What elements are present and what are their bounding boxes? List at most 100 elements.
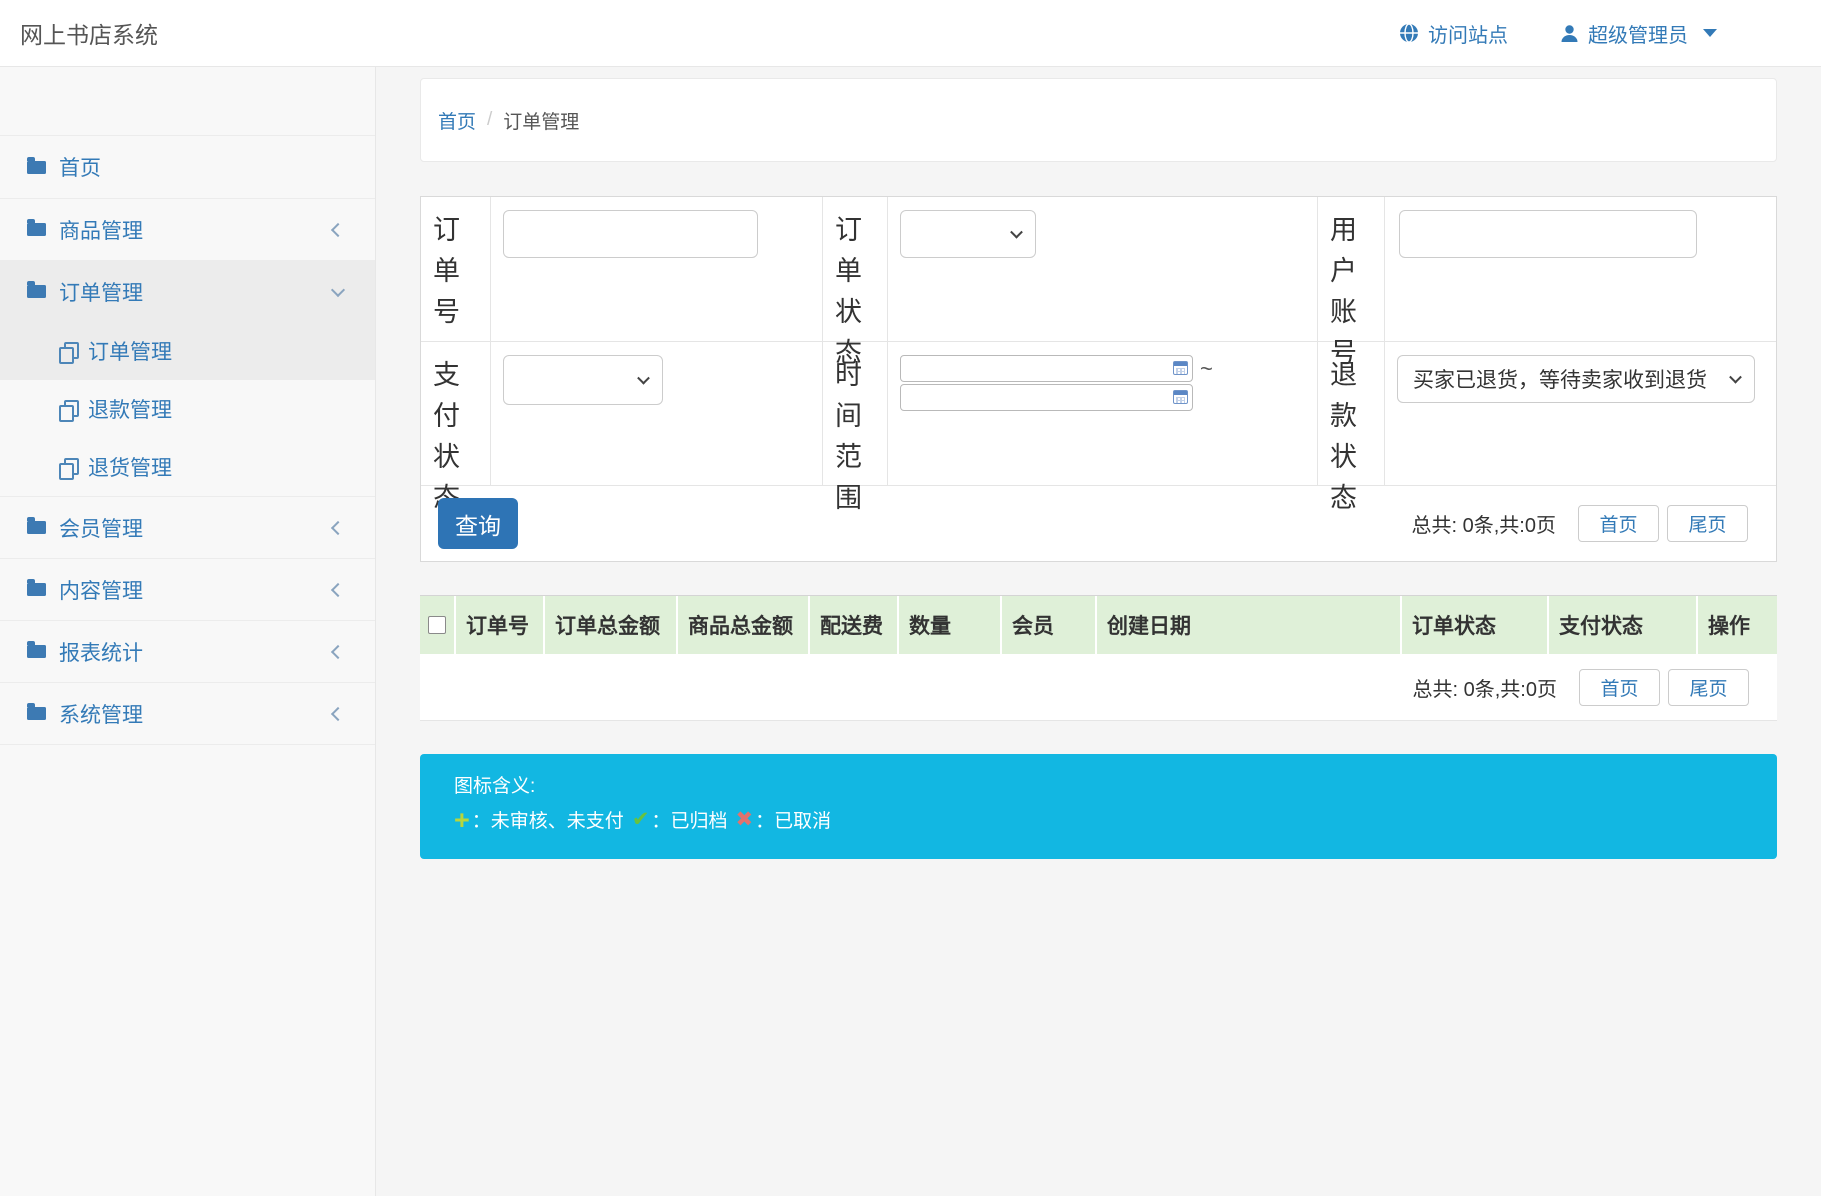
main-content: 首页 / 订单管理 订单号 订单状态 xyxy=(376,67,1821,1196)
search-button[interactable]: 查询 xyxy=(438,498,518,549)
column-header-actions: 操作 xyxy=(1698,596,1777,654)
sidebar-item-home[interactable]: 首页 xyxy=(0,136,375,198)
pagination-bottom: 总共: 0条,共:0页 首页 尾页 xyxy=(1413,669,1749,706)
refund-status-value: 买家已退货，等待卖家收到退货 xyxy=(1398,364,1741,394)
folder-icon xyxy=(27,707,46,720)
app-title: 网上书店系统 xyxy=(20,16,158,50)
time-range-label: 时间范围 xyxy=(835,355,865,519)
sidebar-subitem-return-management[interactable]: 退货管理 xyxy=(0,438,375,496)
visit-site-link[interactable]: 访问站点 xyxy=(1399,19,1508,48)
order-status-select[interactable] xyxy=(900,210,1036,258)
legend-panel: 图标含义: +：未审核、未支付 ✔：已归档 ✖：已取消 xyxy=(420,754,1777,859)
chevron-down-icon xyxy=(637,372,650,385)
orders-table-header: 订单号 订单总金额 商品总金额 配送费 数量 会员 创建日期 订单状态 支付状态… xyxy=(420,595,1777,654)
user-menu[interactable]: 超级管理员 xyxy=(1560,19,1717,48)
user-account-label-cell: 用户账号 xyxy=(1318,197,1385,342)
chevron-left-icon xyxy=(331,520,345,534)
column-header-quantity: 数量 xyxy=(899,596,1002,654)
date-from-input[interactable] xyxy=(900,355,1193,382)
legend-item-archived: ✔：已归档 xyxy=(632,806,728,833)
legend-item-label: 已归档 xyxy=(670,806,727,833)
first-page-button[interactable]: 首页 xyxy=(1579,669,1660,706)
sidebar-item-label: 报表统计 xyxy=(59,637,143,667)
legend-item-cancelled: ✖：已取消 xyxy=(735,806,831,833)
breadcrumb: 首页 / 订单管理 xyxy=(420,78,1777,162)
chevron-down-icon xyxy=(1010,226,1023,239)
cross-icon: ✖ xyxy=(735,807,753,832)
copy-icon xyxy=(59,458,76,477)
sidebar-subitem-order-management[interactable]: 订单管理 xyxy=(0,322,375,380)
refund-status-select[interactable]: 买家已退货，等待卖家收到退货 xyxy=(1397,355,1755,403)
chevron-left-icon xyxy=(331,582,345,596)
refund-status-label-cell: 退款状态 xyxy=(1318,342,1385,485)
column-header-created-date: 创建日期 xyxy=(1097,596,1402,654)
breadcrumb-separator: / xyxy=(487,109,492,131)
legend-item-label: 已取消 xyxy=(774,806,831,833)
order-no-input[interactable] xyxy=(503,210,758,258)
column-header-member: 会员 xyxy=(1002,596,1097,654)
sidebar-item-products[interactable]: 商品管理 xyxy=(0,198,375,260)
column-header-order-status: 订单状态 xyxy=(1402,596,1549,654)
legend-separator: ： xyxy=(472,806,491,833)
first-page-button[interactable]: 首页 xyxy=(1578,505,1659,542)
folder-icon xyxy=(27,645,46,658)
sidebar-item-label: 退款管理 xyxy=(88,394,172,424)
check-icon: ✔ xyxy=(632,807,650,832)
globe-icon xyxy=(1399,23,1419,43)
folder-icon xyxy=(27,223,46,236)
copy-icon xyxy=(59,400,76,419)
sidebar-item-label: 订单管理 xyxy=(59,277,143,307)
select-all-checkbox[interactable] xyxy=(428,616,446,634)
caret-down-icon xyxy=(1703,29,1717,37)
column-header-shipping-fee: 配送费 xyxy=(810,596,899,654)
pay-status-select[interactable] xyxy=(503,355,663,405)
refund-status-label: 退款状态 xyxy=(1330,355,1360,519)
folder-icon xyxy=(27,583,46,596)
time-range-label-cell: 时间范围 xyxy=(823,342,888,485)
pagination-top: 总共: 0条,共:0页 首页 尾页 xyxy=(1412,505,1748,542)
sidebar-item-system[interactable]: 系统管理 xyxy=(0,682,375,744)
pay-status-label: 支付状态 xyxy=(433,355,463,519)
top-bar: 网上书店系统 访问站点 超级管理员 xyxy=(0,0,1821,67)
orders-table: 订单号 订单总金额 商品总金额 配送费 数量 会员 创建日期 订单状态 支付状态… xyxy=(420,595,1777,721)
chevron-left-icon xyxy=(331,222,345,236)
breadcrumb-home-link[interactable]: 首页 xyxy=(438,107,476,134)
sidebar-item-members[interactable]: 会员管理 xyxy=(0,496,375,558)
sidebar-item-label: 首页 xyxy=(59,152,101,182)
sidebar-item-orders[interactable]: 订单管理 xyxy=(0,260,375,322)
last-page-button[interactable]: 尾页 xyxy=(1667,505,1748,542)
calendar-icon[interactable] xyxy=(1173,361,1188,375)
order-status-label-cell: 订单状态 xyxy=(823,197,888,342)
sidebar-nav: 首页 商品管理 订单管理 订单管理 退款管理 退货管理 xyxy=(0,135,375,745)
folder-icon xyxy=(27,285,46,298)
sidebar-item-label: 会员管理 xyxy=(59,513,143,543)
user-account-input[interactable] xyxy=(1399,210,1697,258)
pagination-summary: 总共: 0条,共:0页 xyxy=(1412,509,1556,538)
order-no-label: 订单号 xyxy=(433,210,463,333)
calendar-icon[interactable] xyxy=(1173,390,1188,404)
sidebar-item-label: 商品管理 xyxy=(59,215,143,245)
sidebar-item-content[interactable]: 内容管理 xyxy=(0,558,375,620)
sidebar-item-label: 退货管理 xyxy=(88,452,172,482)
column-header-pay-status: 支付状态 xyxy=(1549,596,1698,654)
sidebar-item-reports[interactable]: 报表统计 xyxy=(0,620,375,682)
sidebar-item-label: 内容管理 xyxy=(59,575,143,605)
legend-title: 图标含义: xyxy=(454,771,1777,798)
legend-separator: ： xyxy=(651,806,670,833)
sidebar-item-label: 系统管理 xyxy=(59,699,143,729)
sidebar-subitem-refund-management[interactable]: 退款管理 xyxy=(0,380,375,438)
column-header-goods-total: 商品总金额 xyxy=(678,596,810,654)
user-name: 超级管理员 xyxy=(1588,19,1688,48)
visit-site-label: 访问站点 xyxy=(1428,19,1508,48)
last-page-button[interactable]: 尾页 xyxy=(1668,669,1749,706)
chevron-left-icon xyxy=(331,706,345,720)
legend-item-unreviewed: +：未审核、未支付 xyxy=(454,806,624,833)
folder-icon xyxy=(27,521,46,534)
order-no-label-cell: 订单号 xyxy=(421,197,491,342)
folder-icon xyxy=(27,161,46,174)
copy-icon xyxy=(59,342,76,361)
sidebar: 首页 商品管理 订单管理 订单管理 退款管理 退货管理 xyxy=(0,67,376,1196)
pay-status-label-cell: 支付状态 xyxy=(421,342,491,485)
date-to-input[interactable] xyxy=(900,384,1193,411)
filter-panel: 订单号 订单状态 用户账号 xyxy=(420,196,1777,562)
